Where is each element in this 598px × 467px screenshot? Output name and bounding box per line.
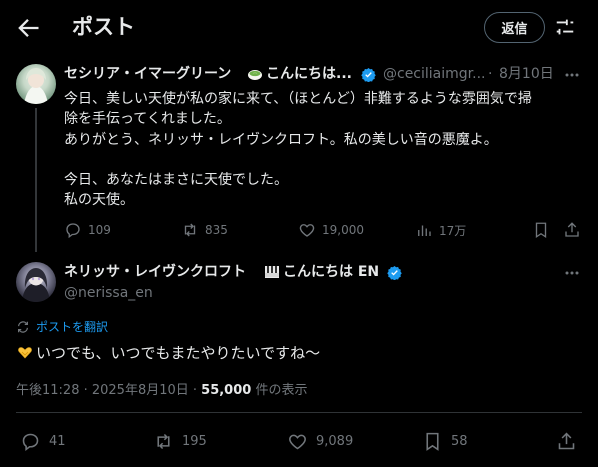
post-body: 今日、美しい天使が私の家に来て、（ほとんど）非難するような雰囲気で掃 除を手伝っ…	[64, 89, 584, 211]
share-action[interactable]	[556, 431, 577, 451]
bookmark-action[interactable]	[532, 220, 550, 240]
views-action[interactable]: 17万	[415, 220, 466, 240]
post-date[interactable]: 8月10日	[499, 64, 554, 84]
more-options-icon[interactable]	[563, 264, 581, 282]
repost-action[interactable]: 835	[181, 220, 228, 240]
author-handle[interactable]: @nerissa_en	[64, 283, 153, 303]
translate-post-link[interactable]: ポストを翻訳	[16, 318, 108, 335]
reply-count: 41	[49, 433, 66, 449]
bookmark-action[interactable]: 58	[422, 431, 468, 451]
like-count: 19,000	[322, 223, 364, 237]
author-name-suffix: こんにちは EN	[283, 264, 380, 280]
like-action[interactable]: 9,089	[287, 431, 353, 451]
heart-hands-icon	[18, 347, 32, 359]
post-text-content: いつでも、いつでもまたやりたいですね～	[36, 344, 321, 362]
reply-icon	[66, 223, 80, 239]
verified-badge-icon	[361, 67, 376, 82]
translate-post-label: ポストを翻訳	[36, 320, 109, 334]
heart-icon	[289, 434, 306, 449]
views-label: 件の表示	[251, 383, 308, 398]
share-icon	[565, 222, 579, 237]
author-name-suffix: こんにちは...	[266, 66, 352, 82]
share-action[interactable]	[563, 220, 581, 240]
filter-settings-icon[interactable]	[554, 16, 576, 38]
matcha-icon	[247, 66, 263, 82]
repost-count: 835	[205, 223, 228, 237]
divider	[16, 412, 582, 413]
author-name[interactable]: セシリア・イマーグリーン	[64, 64, 231, 84]
repost-icon	[157, 433, 170, 449]
post-body-line: ありがとう、ネリッサ・レイヴンクロフト。私の美しい音の悪魔よ。	[64, 131, 498, 148]
avatar[interactable]	[16, 262, 56, 302]
like-count: 9,089	[316, 433, 354, 449]
bookmark-icon	[426, 432, 439, 451]
post-body-line: 除を手伝ってくれました。	[64, 111, 231, 128]
reply-action[interactable]: 109	[64, 220, 111, 240]
post-body-line: 今日、美しい天使が私の家に来て、（ほとんど）非難するような雰囲気で掃	[64, 91, 532, 107]
views-count: 55,000	[201, 383, 252, 398]
reply-icon	[22, 433, 39, 451]
post-body-line	[64, 150, 584, 170]
author-handle[interactable]: @ceciliaimgr...	[383, 64, 486, 84]
like-action[interactable]: 19,000	[298, 220, 364, 240]
views-bar-chart-icon	[418, 225, 431, 236]
piano-keys-icon	[264, 264, 280, 280]
bookmark-count: 58	[451, 433, 468, 449]
reply-count: 109	[88, 223, 111, 237]
post-text: いつでも、いつでもまたやりたいですね～	[16, 342, 320, 364]
page-title: ポスト	[72, 15, 135, 39]
author-name[interactable]: ネリッサ・レイヴンクロフト	[64, 262, 246, 282]
reply-action[interactable]: 41	[20, 431, 66, 451]
verified-badge-icon	[387, 265, 402, 280]
thread-connector-line	[35, 108, 37, 252]
post-metadata: 午後11:28 · 2025年8月10日 · 55,000 件の表示	[16, 381, 307, 401]
more-options-icon[interactable]	[563, 66, 581, 84]
repost-icon	[184, 223, 196, 237]
translate-icon	[18, 320, 28, 333]
reply-button[interactable]: 返信	[484, 12, 545, 43]
post-timestamp[interactable]: 午後11:28 · 2025年8月10日 ·	[16, 383, 201, 398]
bookmark-icon	[535, 222, 547, 239]
heart-icon	[299, 224, 315, 237]
separator-dot: ·	[488, 66, 493, 82]
post-body-line: 私の天使。	[64, 192, 134, 209]
repost-count: 195	[182, 433, 207, 449]
views-count: 17万	[439, 223, 467, 238]
back-button[interactable]	[14, 14, 42, 42]
arrow-left-icon	[18, 19, 39, 37]
avatar[interactable]	[16, 64, 56, 104]
repost-action[interactable]: 195	[153, 431, 207, 451]
share-icon	[558, 432, 575, 449]
post-body-line: 今日、あなたはまさに天使でした。	[64, 172, 288, 189]
